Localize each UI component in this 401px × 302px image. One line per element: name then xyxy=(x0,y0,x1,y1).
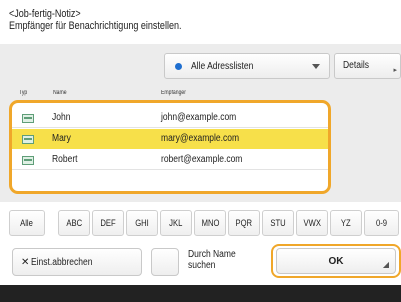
list-item-name: Mary xyxy=(52,133,71,144)
cancel-settings-label: Einst.abbrechen xyxy=(31,257,93,268)
header: <Job-fertig-Notiz> Empfänger für Benachr… xyxy=(9,8,181,32)
email-address-icon xyxy=(22,156,34,165)
ok-button-label: OK xyxy=(328,255,344,267)
filter-tab-stu[interactable]: STU xyxy=(262,210,294,236)
close-icon: ✕ xyxy=(21,257,30,268)
filter-tab-pqr[interactable]: PQR xyxy=(228,210,260,236)
filter-tab-digits[interactable]: 0-9 xyxy=(364,210,399,236)
ok-button[interactable]: OK ◢ xyxy=(276,248,396,274)
globe-icon xyxy=(175,62,182,70)
list-item[interactable]: Robert robert@example.com xyxy=(12,150,328,170)
search-by-name-label-line1: Durch Name xyxy=(188,249,236,260)
list-item-name: John xyxy=(52,112,71,123)
filter-tab-mno[interactable]: MNO xyxy=(194,210,226,236)
list-item-name: Robert xyxy=(52,154,78,165)
cancel-settings-button[interactable]: ✕ Einst.abbrechen xyxy=(12,248,142,276)
list-item-email: john@example.com xyxy=(161,112,237,123)
list-item-email: robert@example.com xyxy=(161,154,243,165)
search-by-name-label: Durch Name suchen xyxy=(188,249,236,271)
column-header-name: Name xyxy=(53,90,67,96)
status-bar xyxy=(0,285,401,302)
details-button[interactable]: Details ▸ xyxy=(334,53,401,79)
search-by-name-label-line2: suchen xyxy=(188,260,216,271)
list-item[interactable]: John john@example.com xyxy=(12,108,328,128)
email-address-icon xyxy=(22,135,34,144)
email-address-icon xyxy=(22,114,34,123)
address-list-value: Alle Adresslisten xyxy=(191,60,254,72)
corner-arrow-icon: ◢ xyxy=(382,260,389,269)
recipient-list: John john@example.com Mary mary@example.… xyxy=(9,100,331,194)
filter-tab-vwx[interactable]: VWX xyxy=(296,210,328,236)
chevron-down-icon xyxy=(312,64,320,69)
list-item-email: mary@example.com xyxy=(161,133,240,144)
filter-tab-abc[interactable]: ABC xyxy=(58,210,90,236)
filter-tab-ghi[interactable]: GHI xyxy=(126,210,158,236)
corner-arrow-icon: ▸ xyxy=(393,67,397,74)
filter-tab-jkl[interactable]: JKL xyxy=(160,210,192,236)
filter-tab-yz[interactable]: YZ xyxy=(330,210,362,236)
column-header-recipient: Empfänger xyxy=(161,90,186,96)
filter-tab-def[interactable]: DEF xyxy=(92,210,124,236)
details-button-label: Details xyxy=(343,60,369,71)
alphabet-filter-bar: Alle ABC DEF GHI JKL MNO PQR STU VWX YZ … xyxy=(0,210,401,236)
address-list-select[interactable]: Alle Adresslisten xyxy=(164,53,330,79)
list-item-selected[interactable]: Mary mary@example.com xyxy=(12,129,328,149)
search-by-name-checkbox[interactable] xyxy=(151,248,179,276)
filter-tab-all[interactable]: Alle xyxy=(9,210,45,236)
column-header-type: Typ xyxy=(19,90,28,96)
page-subtitle: Empfänger für Benachrichtigung einstelle… xyxy=(9,20,182,32)
page-title: <Job-fertig-Notiz> xyxy=(9,8,81,20)
